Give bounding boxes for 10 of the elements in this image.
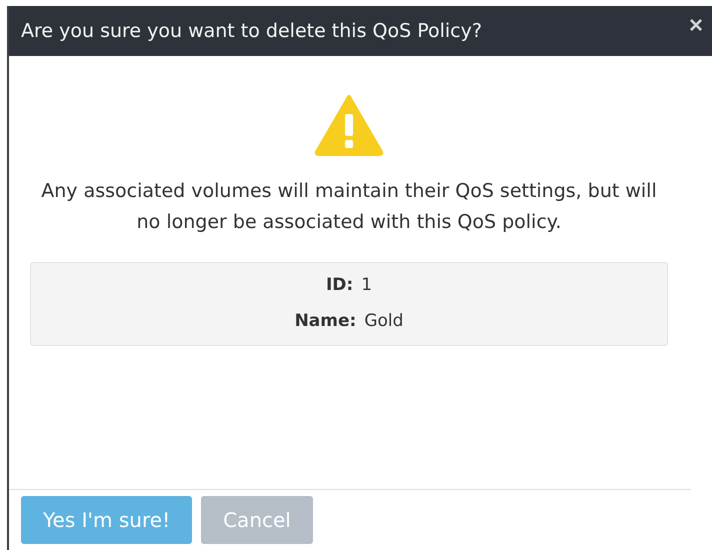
dialog-title: Are you sure you want to delete this QoS Policy? [21,20,482,42]
detail-label: ID: [326,274,354,297]
warning-icon [314,94,384,156]
cancel-button[interactable]: Cancel [201,496,313,544]
warning-message: Any associated volumes will maintain their QoS settings, but will no longer be associated with this QoS policy. [40,179,658,235]
detail-value: 1 [361,274,372,297]
detail-label: Name: [294,310,356,333]
detail-value: Gold [364,310,404,333]
confirm-button[interactable]: Yes I'm sure! [21,496,192,544]
close-button[interactable]: × [688,14,703,38]
